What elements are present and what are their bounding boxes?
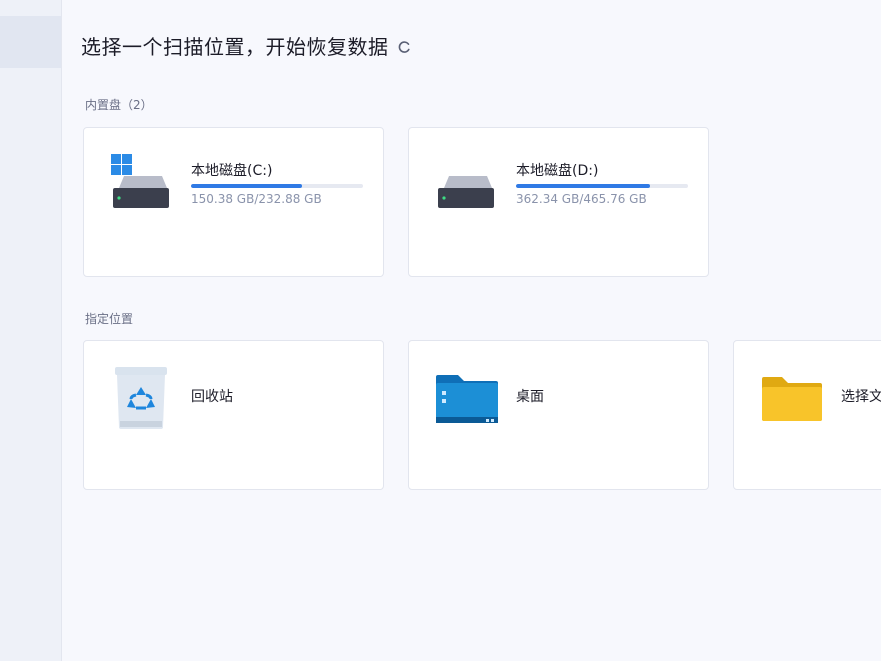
location-name: 选择文 <box>841 389 881 405</box>
location-name: 回收站 <box>191 389 233 405</box>
location-card-choose-folder[interactable]: 选择文 <box>733 340 881 490</box>
drive-card-c[interactable]: 本地磁盘(C:) 150.38 GB/232.88 GB <box>83 127 384 277</box>
drive-card-d[interactable]: 本地磁盘(D:) 362.34 GB/465.76 GB <box>408 127 709 277</box>
windows-drive-icon <box>111 154 169 208</box>
sidebar-item-active[interactable] <box>0 16 61 68</box>
hard-drive-icon <box>438 176 494 208</box>
usage-text: 362.34 GB/465.76 GB <box>516 192 647 206</box>
location-card-recycle-bin[interactable]: 回收站 <box>83 340 384 490</box>
drive-name: 本地磁盘(D:) <box>516 163 599 179</box>
usage-fill <box>516 184 650 188</box>
refresh-icon[interactable] <box>397 40 411 54</box>
section-label-locations: 指定位置 <box>85 312 134 326</box>
usage-text: 150.38 GB/232.88 GB <box>191 192 322 206</box>
folder-icon <box>762 377 822 421</box>
usage-bar <box>191 184 363 188</box>
usage-bar <box>516 184 688 188</box>
title-row: 选择一个扫描位置，开始恢复数据 <box>81 30 411 60</box>
section-label-internal: 内置盘（2） <box>85 98 153 112</box>
page-title: 选择一个扫描位置，开始恢复数据 <box>81 34 389 59</box>
location-name: 桌面 <box>516 389 544 405</box>
recycle-bin-icon <box>115 367 167 429</box>
sidebar <box>0 0 62 661</box>
usage-fill <box>191 184 303 188</box>
location-card-desktop[interactable]: 桌面 <box>408 340 709 490</box>
desktop-folder-icon <box>436 375 498 423</box>
drive-name: 本地磁盘(C:) <box>191 163 273 179</box>
